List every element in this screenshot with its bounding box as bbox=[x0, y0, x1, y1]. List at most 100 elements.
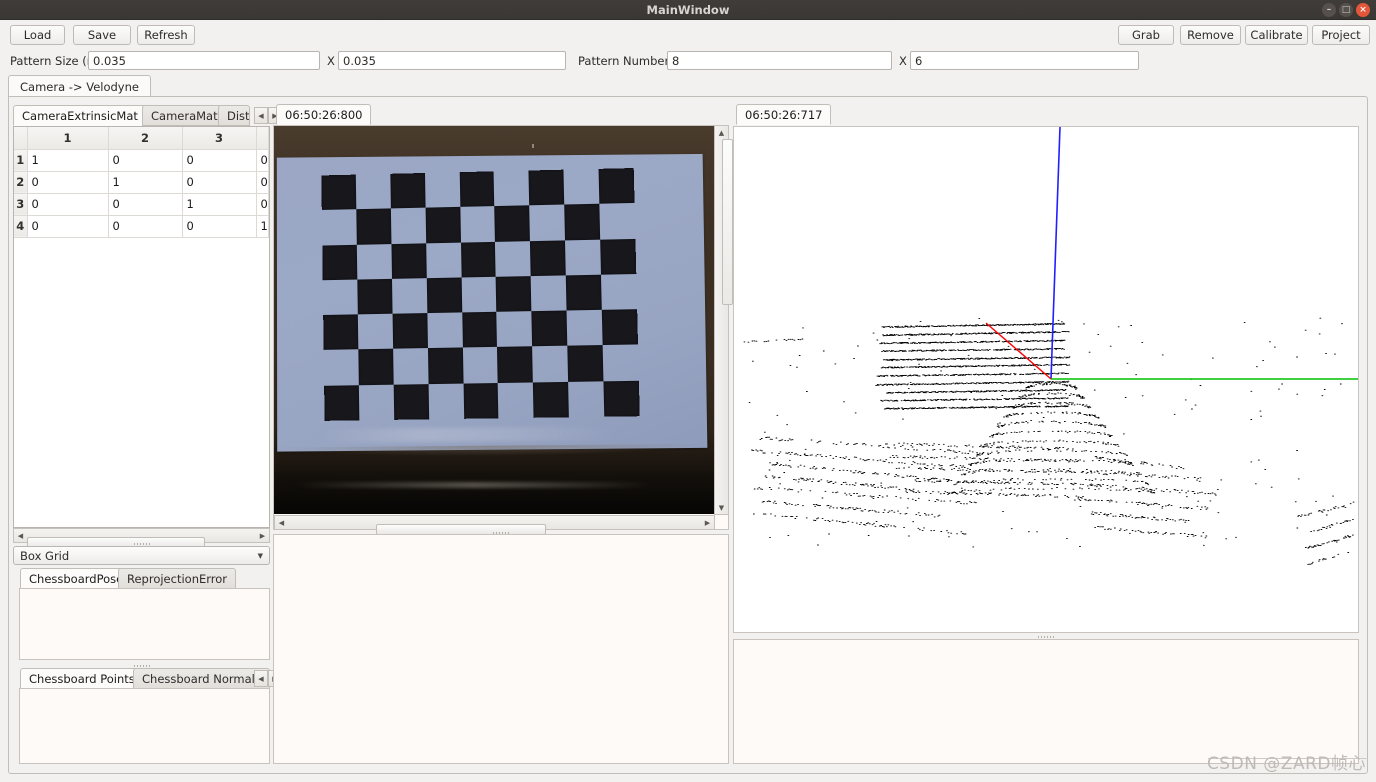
watermark-line bbox=[1208, 758, 1368, 759]
matrix-cell-2-2[interactable]: 1 bbox=[108, 171, 183, 194]
table-row: 3 0 0 1 0 bbox=[14, 193, 269, 216]
grid-type-value: Box Grid bbox=[20, 548, 70, 563]
pattern-settings-row: Pattern Size (m) X Pattern Number X bbox=[0, 50, 1376, 72]
tab-camera-extrinsic-mat[interactable]: CameraExtrinsicMat bbox=[13, 105, 147, 126]
chevron-left-icon[interactable]: ◀ bbox=[254, 670, 268, 687]
matrix-row-header-2[interactable]: 2 bbox=[14, 171, 28, 194]
dust-speck bbox=[532, 144, 534, 148]
matrix-col-header-2[interactable]: 2 bbox=[108, 127, 183, 150]
tab-chessboard-normals[interactable]: Chessboard Normals bbox=[133, 668, 270, 689]
title-bar: MainWindow – □ × bbox=[0, 0, 1376, 20]
matrix-cell-3-1[interactable]: 0 bbox=[27, 193, 109, 216]
chessboard-square bbox=[600, 238, 637, 275]
photo-foreground-shadow bbox=[274, 472, 715, 514]
chessboard-square bbox=[356, 174, 391, 210]
image-hscrollbar[interactable]: ◀ ▶ bbox=[274, 515, 715, 535]
chessboard-square bbox=[425, 207, 461, 243]
matrix-cell-3-2[interactable]: 0 bbox=[108, 193, 183, 216]
point-cloud-canvas bbox=[743, 127, 1358, 565]
chessboard-square bbox=[391, 242, 427, 279]
image-vscrollbar[interactable]: ▲ ▼ bbox=[714, 125, 733, 515]
maximize-icon[interactable]: □ bbox=[1339, 3, 1353, 17]
save-button[interactable]: Save bbox=[73, 25, 131, 45]
table-row: 2 0 1 0 0 bbox=[14, 171, 269, 194]
chessboard-square bbox=[531, 275, 567, 311]
matrix-row-header-1[interactable]: 1 bbox=[14, 149, 28, 172]
pattern-size-width-input[interactable] bbox=[88, 51, 320, 70]
tab-chessboard-pose[interactable]: ChessboardPose bbox=[20, 568, 133, 589]
main-tab-bar: Camera -> Velodyne bbox=[8, 75, 1368, 97]
cloud-tab-bar: 06:50:26:717 bbox=[736, 104, 1356, 125]
load-button[interactable]: Load bbox=[10, 25, 65, 45]
tab-image-timestamp[interactable]: 06:50:26:800 bbox=[276, 104, 372, 125]
scroll-down-icon[interactable]: ▼ bbox=[715, 501, 728, 514]
matrix-cell-2-1[interactable]: 0 bbox=[27, 171, 109, 194]
pattern-number-label: Pattern Number bbox=[578, 54, 670, 68]
chessboard-square bbox=[461, 277, 497, 313]
chessboard-square bbox=[603, 345, 639, 381]
matrix-table[interactable]: 1 2 3 1 1 0 0 0 2 0 1 0 0 3 0 0 1 0 4 0 … bbox=[13, 126, 270, 528]
matrix-row-header-3[interactable]: 3 bbox=[14, 193, 28, 216]
matrix-cell-4-3[interactable]: 0 bbox=[182, 215, 257, 238]
chessboard-square bbox=[460, 206, 495, 242]
tab-reprojection-error[interactable]: ReprojectionError bbox=[118, 568, 237, 589]
matrix-row-header-4[interactable]: 4 bbox=[14, 215, 28, 238]
matrix-cell-1-3[interactable]: 0 bbox=[182, 149, 257, 172]
project-button[interactable]: Project bbox=[1312, 25, 1370, 45]
image-vscroll-thumb[interactable] bbox=[721, 139, 733, 305]
toolbar: Load Save Refresh Grab Remove Calibrate … bbox=[0, 20, 1376, 50]
chessboard-points-panel[interactable] bbox=[19, 688, 270, 764]
minimize-icon[interactable]: – bbox=[1322, 3, 1336, 17]
refresh-button[interactable]: Refresh bbox=[137, 25, 195, 45]
pattern-number-rows-input[interactable] bbox=[910, 51, 1139, 70]
matrix-col-header-4[interactable] bbox=[256, 127, 269, 150]
splitter-handle-left-upper[interactable] bbox=[13, 541, 270, 545]
close-icon[interactable]: × bbox=[1356, 3, 1370, 17]
matrix-col-header-3[interactable]: 3 bbox=[182, 127, 257, 150]
chessboard-square bbox=[460, 241, 497, 278]
tab-cloud-timestamp[interactable]: 06:50:26:717 bbox=[736, 104, 832, 125]
scroll-right-icon[interactable]: ▶ bbox=[701, 516, 714, 529]
matrix-cell-1-4[interactable]: 0 bbox=[256, 149, 269, 172]
tab-camera-velodyne[interactable]: Camera -> Velodyne bbox=[8, 75, 151, 97]
matrix-cell-3-3[interactable]: 1 bbox=[182, 193, 257, 216]
tab-chessboard-points[interactable]: Chessboard Points bbox=[20, 668, 144, 689]
chessboard-square bbox=[392, 278, 427, 314]
remove-button[interactable]: Remove bbox=[1180, 25, 1241, 45]
pattern-number-cols-input[interactable] bbox=[667, 51, 892, 70]
scroll-left-icon[interactable]: ◀ bbox=[275, 516, 288, 529]
matrix-cell-4-2[interactable]: 0 bbox=[108, 215, 183, 238]
chessboard-square bbox=[391, 208, 426, 244]
tab-camera-mat[interactable]: CameraMat bbox=[142, 105, 227, 126]
center-bottom-panel[interactable] bbox=[273, 534, 729, 764]
matrix-cell-1-2[interactable]: 0 bbox=[108, 149, 183, 172]
chessboard-pose-panel[interactable] bbox=[19, 588, 270, 660]
matrix-cell-4-1[interactable]: 0 bbox=[27, 215, 109, 238]
chessboard-square bbox=[564, 169, 600, 205]
matrix-col-header-1[interactable]: 1 bbox=[27, 127, 109, 150]
chessboard-square bbox=[426, 242, 461, 278]
chevron-left-icon[interactable]: ◀ bbox=[254, 107, 268, 124]
grab-button[interactable]: Grab bbox=[1118, 25, 1174, 45]
grid-type-combobox[interactable]: Box Grid ▼ bbox=[13, 546, 270, 565]
calibrate-button[interactable]: Calibrate bbox=[1245, 25, 1308, 45]
chessboard-paper bbox=[276, 153, 708, 452]
matrix-cell-2-3[interactable]: 0 bbox=[182, 171, 257, 194]
calibration-image[interactable] bbox=[274, 126, 715, 514]
tab-dist-coeff[interactable]: DistC bbox=[218, 105, 250, 126]
matrix-cell-1-1[interactable]: 1 bbox=[27, 149, 109, 172]
splitter-handle-right[interactable] bbox=[733, 634, 1359, 638]
chessboard-square bbox=[358, 349, 394, 385]
pattern-size-height-input[interactable] bbox=[338, 51, 566, 70]
matrix-cell-3-4[interactable]: 0 bbox=[256, 193, 269, 216]
chessboard-square bbox=[463, 382, 499, 419]
scroll-up-icon[interactable]: ▲ bbox=[715, 126, 728, 139]
chessboard-square bbox=[564, 204, 601, 240]
matrix-cell-2-4[interactable]: 0 bbox=[256, 171, 269, 194]
chessboard-square bbox=[494, 171, 530, 207]
chessboard-square bbox=[427, 347, 464, 384]
splitter-handle-left-lower[interactable] bbox=[13, 663, 270, 667]
right-bottom-panel[interactable] bbox=[733, 639, 1359, 764]
point-cloud-view[interactable] bbox=[733, 126, 1359, 633]
matrix-cell-4-4[interactable]: 1 bbox=[256, 215, 269, 238]
